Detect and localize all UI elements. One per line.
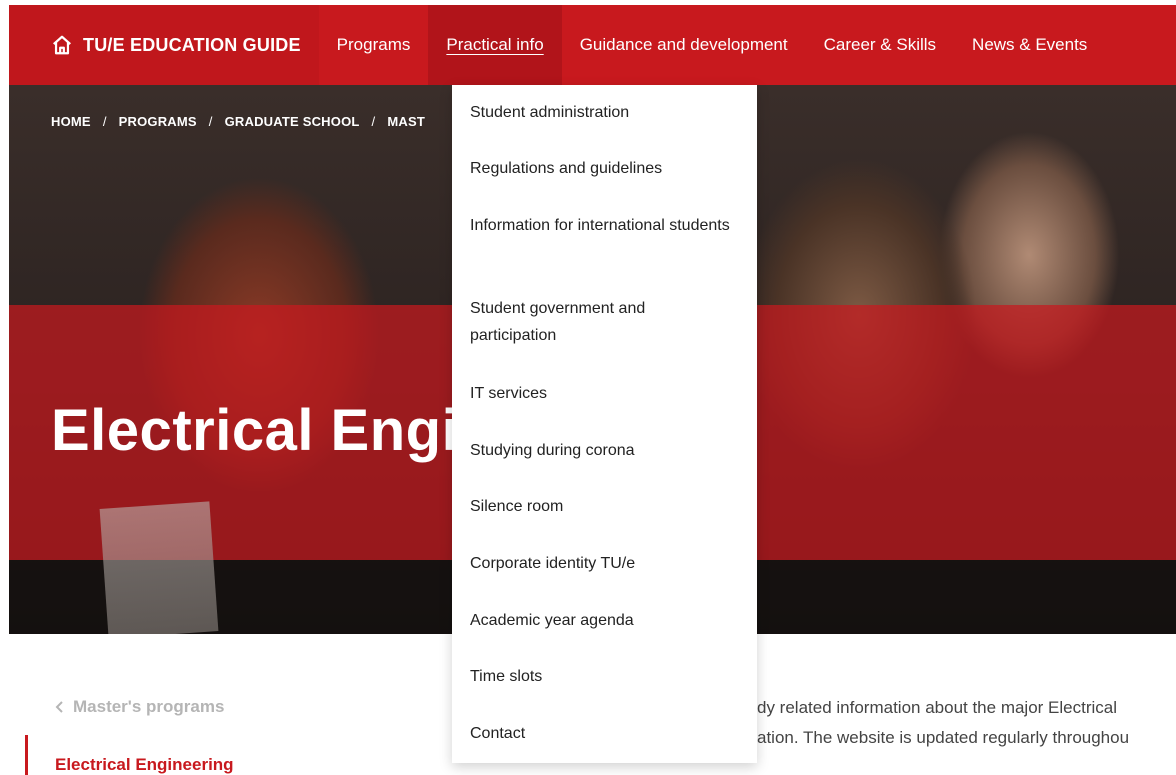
sidebar-item-electrical-engineering[interactable]: Electrical Engineering (55, 755, 234, 775)
menu-item-it-services[interactable]: IT services (470, 380, 730, 407)
back-link-label: Master's programs (73, 697, 225, 716)
back-to-masters-programs-link[interactable]: Master's programs (55, 697, 224, 717)
brand-home-link[interactable]: TU/E EDUCATION GUIDE (9, 5, 319, 85)
page-title: Electrical Engi (51, 398, 459, 463)
menu-item-international-students[interactable]: Information for international students (470, 212, 730, 239)
breadcrumb-graduate-school[interactable]: GRADUATE SCHOOL (225, 114, 360, 129)
nav-guidance-and-development[interactable]: Guidance and development (562, 5, 806, 85)
menu-item-corporate-identity[interactable]: Corporate identity TU/e (470, 550, 730, 577)
menu-item-studying-during-corona[interactable]: Studying during corona (470, 437, 730, 464)
nav-news-and-events[interactable]: News & Events (954, 5, 1105, 85)
breadcrumb-home[interactable]: HOME (51, 114, 91, 129)
page: HOME / PROGRAMS / GRADUATE SCHOOL / MAST… (0, 0, 1176, 775)
home-icon (53, 35, 71, 55)
intro-text-line: ation. The website is updated regularly … (757, 728, 1130, 747)
brand-title: TU/E EDUCATION GUIDE (83, 34, 301, 55)
nav-career-and-skills[interactable]: Career & Skills (806, 5, 954, 85)
menu-item-student-administration[interactable]: Student administration (470, 99, 730, 126)
breadcrumb: HOME / PROGRAMS / GRADUATE SCHOOL / MAST (51, 114, 425, 129)
breadcrumb-masters[interactable]: MAST (387, 114, 425, 129)
menu-item-silence-room[interactable]: Silence room (470, 493, 730, 520)
intro-text-line: dy related information about the major E… (757, 698, 1118, 717)
menu-item-regulations-and-guidelines[interactable]: Regulations and guidelines (470, 155, 730, 182)
hero-background-poster (99, 501, 219, 634)
menu-item-time-slots[interactable]: Time slots (470, 663, 730, 690)
breadcrumb-separator: / (371, 114, 376, 129)
top-navbar: TU/E EDUCATION GUIDE Programs Practical … (9, 5, 1176, 85)
menu-item-academic-year-agenda[interactable]: Academic year agenda (470, 607, 730, 634)
practical-info-dropdown: Student administration Regulations and g… (452, 85, 757, 763)
nav-practical-info[interactable]: Practical info (428, 5, 562, 85)
menu-item-contact[interactable]: Contact (470, 720, 730, 747)
main-nav: Programs Practical info Guidance and dev… (319, 5, 1106, 85)
menu-item-student-government[interactable]: Student government and participation (470, 295, 730, 349)
intro-text: dy related information about the major E… (757, 693, 1129, 753)
breadcrumb-separator: / (102, 114, 107, 129)
chevron-left-icon (55, 701, 63, 713)
nav-programs[interactable]: Programs (319, 5, 429, 85)
breadcrumb-programs[interactable]: PROGRAMS (119, 114, 197, 129)
breadcrumb-separator: / (208, 114, 213, 129)
